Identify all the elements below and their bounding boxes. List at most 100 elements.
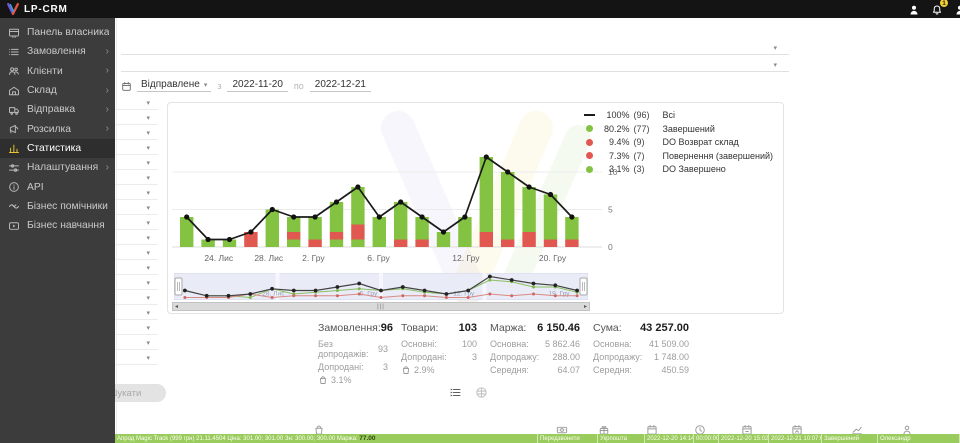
- navigator-handle-left[interactable]: [175, 278, 182, 295]
- topbar: LP-CRM 1: [0, 0, 960, 18]
- table-cell: Апрод Magic Track (999 грн) 21.11.4504 Ц…: [115, 434, 538, 443]
- stat-sub-value: 93: [378, 344, 388, 354]
- stat-sub-label: Допродані:: [401, 352, 447, 362]
- user-icon[interactable]: [908, 3, 920, 15]
- caret-down-icon: ▾: [773, 44, 777, 52]
- table-cell: Олександр: [878, 434, 960, 443]
- lp-crm-logo-icon: [6, 2, 20, 16]
- view-toggle-cube-icon[interactable]: [475, 386, 488, 399]
- svg-text:20. Гру: 20. Гру: [539, 253, 567, 263]
- stat-sub-label: Основна:: [490, 339, 529, 349]
- mailing-icon: [8, 123, 20, 135]
- sidebar-item-helpers[interactable]: Бізнес помічники: [0, 197, 115, 216]
- stat-value: 103: [459, 322, 477, 334]
- sidebar-item-orders[interactable]: Замовлення›: [0, 42, 115, 61]
- user-partial-icon[interactable]: [954, 3, 960, 15]
- filter-select-top-2[interactable]: ▾: [121, 58, 789, 72]
- statistics-chart-card: 051024. Лис28. Лис2. Гру6. Гру12. Гру20.…: [167, 102, 784, 314]
- sidebar-item-label: API: [27, 182, 109, 193]
- stat-sub-label: Основні:: [401, 339, 437, 349]
- sidebar-item-statistics[interactable]: Статистика: [0, 139, 115, 158]
- legend-count: (3): [633, 164, 658, 174]
- caret-down-icon: ▾: [146, 189, 150, 197]
- table-cell: 00:00:00: [694, 434, 719, 443]
- chart-legend: 100%(96)Всі 80.2%(77)Завершений 9.4%(9)DO …: [583, 110, 773, 174]
- legend-item[interactable]: 80.2%(77)Завершений: [583, 124, 773, 134]
- caret-down-icon: ▾: [146, 204, 150, 212]
- brand-logo[interactable]: LP-CRM: [6, 0, 68, 18]
- stat-value: 6 150.46: [537, 322, 580, 334]
- caret-down-icon: ▾: [146, 219, 150, 227]
- stat-sub-label: 2.9%: [414, 365, 435, 375]
- caret-down-icon: ▾: [146, 159, 150, 167]
- sidebar-item-clients[interactable]: Клієнти›: [0, 62, 115, 81]
- chart-navigator[interactable]: 28. Лис5. Гру12. Гру19. Гру: [174, 273, 588, 300]
- stat-sub-value: 450.59: [661, 365, 689, 375]
- caret-down-icon: ▾: [146, 174, 150, 182]
- stat-sub-value: 1 748.00: [654, 352, 689, 362]
- stats-column: Товари:103Основні:100Допродані:32.9%: [401, 322, 477, 388]
- legend-percent: 7.3%: [599, 151, 629, 161]
- stat-title: Маржа:: [490, 322, 526, 334]
- legend-label: Всі: [662, 110, 675, 120]
- bag-icon: [401, 365, 411, 375]
- legend-count: (9): [633, 137, 658, 147]
- stat-sub-value: 3: [472, 352, 477, 362]
- legend-percent: 80.2%: [599, 124, 629, 134]
- svg-text:6. Гру: 6. Гру: [367, 253, 390, 263]
- legend-label: DO Завершено: [662, 164, 725, 174]
- table-row[interactable]: Апрод Magic Track (999 грн) 21.11.4504 Ц…: [115, 434, 960, 443]
- sidebar-item-warehouse[interactable]: Склад›: [0, 81, 115, 100]
- view-toggle-listview-icon[interactable]: [449, 386, 462, 399]
- bell-icon[interactable]: 1: [931, 3, 943, 15]
- sidebar-item-api[interactable]: API: [0, 177, 115, 196]
- date-to-label: по: [294, 81, 304, 91]
- date-type-select[interactable]: Відправлене ▾: [137, 79, 211, 92]
- stat-sub-value: 5 862.46: [545, 339, 580, 349]
- clients-icon: [8, 65, 20, 77]
- legend-marker-icon: [583, 166, 595, 173]
- table-cell: Укрпошта: [598, 434, 645, 443]
- scroll-left-icon[interactable]: ◂: [175, 304, 178, 310]
- date-to-input[interactable]: 2022-12-21: [310, 79, 371, 92]
- orders-chart: 051024. Лис28. Лис2. Гру6. Гру12. Гру20.…: [170, 107, 622, 271]
- scroll-right-icon[interactable]: ▸: [584, 304, 587, 310]
- learning-icon: [8, 220, 20, 232]
- sidebar-item-panel[interactable]: Панель власника: [0, 23, 115, 42]
- caret-down-icon: ▾: [146, 144, 150, 152]
- table-cell: 2022-12-20 15:02:30: [719, 434, 769, 443]
- caret-down-icon: ▾: [146, 234, 150, 242]
- table-cell: Передзвонити: [538, 434, 598, 443]
- chart-scrollbar[interactable]: ◂ ||| ▸: [172, 302, 590, 311]
- sidebar-item-settings[interactable]: Налаштування›: [0, 158, 115, 177]
- legend-percent: 100%: [599, 110, 629, 120]
- stats-column: Сума:43 257.00Основна:41 509.00Допродажу…: [593, 322, 689, 388]
- sidebar-item-label: Клієнти: [27, 66, 106, 77]
- stats-column: Замовлення:96Без допродажів:93Допродані:…: [318, 322, 388, 388]
- caret-down-icon: ▾: [146, 114, 150, 122]
- caret-down-icon: ▾: [204, 81, 208, 89]
- legend-item[interactable]: 3.1%(3)DO Завершено: [583, 164, 773, 174]
- navigator-handle-right[interactable]: [580, 278, 587, 295]
- panel-icon: [8, 27, 20, 39]
- caret-down-icon: ▾: [146, 99, 150, 107]
- date-from-input[interactable]: 2022-11-20: [227, 79, 287, 92]
- svg-text:28. Лис: 28. Лис: [254, 253, 284, 263]
- stat-sub-label: Допродані:: [318, 362, 364, 372]
- bag-icon: [318, 375, 328, 385]
- legend-item[interactable]: 7.3%(7)Повернення (завершений): [583, 151, 773, 161]
- sidebar-item-mailing[interactable]: Розсилка›: [0, 119, 115, 138]
- stat-value: 96: [381, 322, 393, 334]
- sidebar-item-learning[interactable]: Бізнес навчання: [0, 216, 115, 235]
- legend-item[interactable]: 100%(96)Всі: [583, 110, 773, 120]
- filter-select-top-1[interactable]: ▾: [121, 41, 789, 55]
- sidebar-item-shipping[interactable]: Відправка›: [0, 100, 115, 119]
- stat-value: 43 257.00: [640, 322, 689, 334]
- caret-down-icon: ▾: [146, 279, 150, 287]
- scrollbar-grip[interactable]: |||: [377, 304, 385, 310]
- stat-sub-label: Допродажу:: [490, 352, 539, 362]
- sidebar-item-label: Замовлення: [27, 46, 106, 57]
- sidebar-item-label: Бізнес навчання: [27, 220, 109, 231]
- legend-item[interactable]: 9.4%(9)DO Возврат склад: [583, 137, 773, 147]
- svg-text:24. Лис: 24. Лис: [204, 253, 234, 263]
